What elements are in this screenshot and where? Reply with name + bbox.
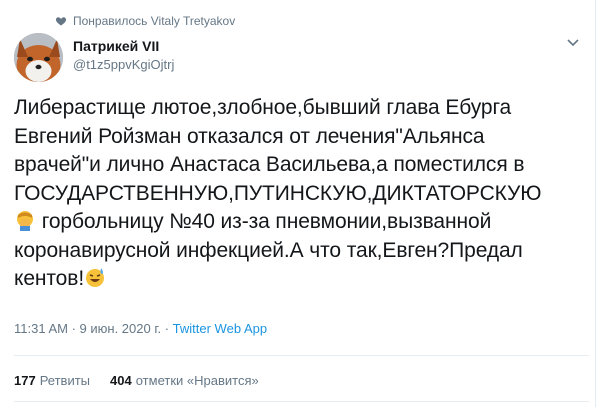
fox-avatar[interactable] (14, 33, 63, 82)
tweet-line: Либерастище лютое,злобное,бывший глава Е… (14, 96, 512, 119)
tweet-line: Евгений Ройзман отказался от лечения"Аль… (14, 124, 485, 148)
tweet-line: ГОСУДАРСТВЕННУЮ,ПУТИНСКУЮ,ДИКТАТОРСКУЮ (14, 181, 542, 205)
divider (14, 355, 589, 356)
tweet-date[interactable]: 9 июн. 2020 г. (80, 321, 162, 336)
tweet-line: горбольницу №40 из-за пневмонии,вызванно… (36, 210, 492, 233)
social-context[interactable]: Понравилось Vitaly Tretyakov (55, 13, 235, 29)
retweets-count: 177 (14, 373, 36, 388)
likes-count: 404 (110, 373, 132, 388)
tweet-meta: 11:31 AM · 9 июн. 2020 г. · Twitter Web … (14, 321, 267, 336)
likes-label: отметки «Нравится» (135, 373, 259, 388)
sweat-smile-emoji (86, 268, 105, 287)
tweet-text: Либерастище лютое,злобное,бывший глава Е… (14, 94, 589, 294)
author-display-name[interactable]: Патрикей VII (73, 38, 159, 54)
author-handle[interactable]: @t1z5ppvKgiOjtrj (73, 57, 174, 72)
chevron-down-icon[interactable] (566, 38, 580, 48)
facepalm-emoji (17, 211, 33, 231)
divider (14, 401, 589, 402)
social-context-text: Понравилось Vitaly Tretyakov (73, 14, 236, 28)
meta-separator: · (67, 321, 80, 336)
tweet-line: коронавирусной инфекцией.А что так,Евген… (14, 238, 523, 262)
tweet-line: врачей"и лично Анастаса Васильева,а поме… (14, 153, 525, 176)
timeline-border (595, 0, 596, 407)
source-app-link[interactable]: Twitter Web App (173, 321, 267, 336)
retweets-label: Ретвиты (39, 373, 91, 388)
tweet-line: кентов! (14, 267, 85, 290)
tweet-stats: 177 Ретвиты 404 отметки «Нравится» (14, 373, 279, 388)
retweets-stat[interactable]: 177 Ретвиты (14, 373, 90, 388)
likes-stat[interactable]: 404 отметки «Нравится» (110, 373, 259, 388)
meta-separator: · (161, 321, 173, 336)
tweet-time[interactable]: 11:31 AM (14, 321, 68, 336)
heart-icon (55, 15, 67, 27)
